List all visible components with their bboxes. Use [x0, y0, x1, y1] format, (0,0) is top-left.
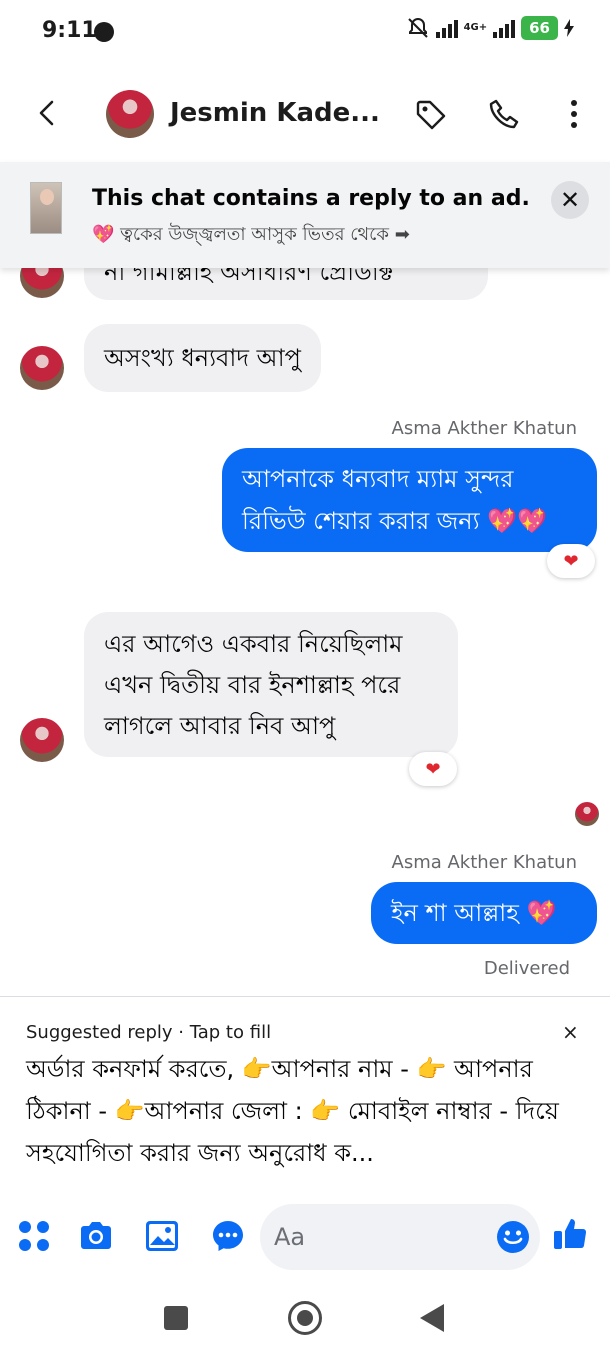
seen-avatar [575, 802, 599, 826]
contact-avatar[interactable] [106, 90, 154, 138]
sender-avatar[interactable] [20, 268, 64, 298]
message-line: লাগলে আবার নিব আপু [104, 712, 336, 740]
charging-icon [564, 19, 574, 37]
sender-avatar[interactable] [20, 718, 64, 762]
contact-name[interactable]: Jesmin Kade... [170, 98, 380, 128]
sender-name: Asma Akther Khatun [391, 852, 578, 873]
recents-button[interactable] [164, 1306, 188, 1330]
ad-banner-subtitle: 💖 ত্বকের উজ্জ্বলতা আসুক ভিতর থেকে ➡ [92, 224, 410, 245]
battery-level: 66 [521, 16, 558, 40]
network-type: 4G+ [463, 22, 488, 33]
message-list[interactable]: না গামাল্লাহ অসাধারণ প্রোডাক্ট অসংখ্য ধন… [0, 268, 610, 994]
ad-reply-banner[interactable]: This chat contains a reply to an ad. 💖 ত… [0, 162, 610, 268]
sender-name: Asma Akther Khatun [391, 418, 578, 439]
notification-dot-icon [94, 22, 114, 42]
emoji-icon[interactable] [496, 1220, 530, 1254]
message-text: না গামাল্লাহ অসাধারণ প্রোডাক্ট [104, 268, 394, 286]
incoming-message[interactable]: এর আগেও একবার নিয়েছিলাম এখন দ্বিতীয় বা… [84, 612, 458, 757]
status-time: 9:11 [42, 18, 97, 43]
camera-icon[interactable] [78, 1218, 114, 1254]
message-line: এর আগেও একবার নিয়েছিলাম [104, 630, 403, 658]
thumbs-up-icon[interactable] [552, 1216, 588, 1252]
ad-banner-title: This chat contains a reply to an ad. [92, 186, 530, 211]
signal-icon-2 [493, 18, 516, 38]
heart-reaction-icon[interactable]: ❤ [547, 544, 595, 578]
chat-header: Jesmin Kade... [0, 76, 610, 152]
system-nav-bar [0, 1290, 610, 1346]
mute-bell-icon [407, 17, 428, 38]
suggested-reply-text[interactable]: অর্ডার কনফার্ম করতে, 👉আপনার নাম - 👉 আপনা… [26, 1048, 586, 1174]
message-text: অসংখ্য ধন্যবাদ আপু [104, 344, 301, 372]
gallery-icon[interactable] [144, 1218, 180, 1254]
suggested-reply-header: Suggested reply · Tap to fill [26, 1022, 272, 1043]
outgoing-message[interactable]: আপনাকে ধন্যবাদ ম্যাম সুন্দর রিভিউ শেয়ার… [222, 448, 597, 552]
home-button[interactable] [288, 1301, 322, 1335]
status-indicators: 4G+ 66 [406, 16, 574, 40]
outgoing-message[interactable]: ইন শা আল্লাহ 💖 [371, 882, 597, 944]
message-text: ইন শা আল্লাহ 💖 [391, 899, 557, 927]
divider [0, 996, 610, 997]
incoming-message[interactable]: অসংখ্য ধন্যবাদ আপু [84, 324, 321, 392]
signal-icon [435, 18, 458, 38]
message-input[interactable] [274, 1218, 474, 1256]
ad-banner-close-button[interactable]: ✕ [551, 181, 589, 219]
sender-avatar[interactable] [20, 346, 64, 390]
status-bar: 9:11 4G+ 66 [0, 0, 610, 64]
chat-bubble-icon[interactable] [210, 1218, 246, 1254]
apps-icon[interactable] [16, 1218, 52, 1254]
ad-thumbnail [30, 182, 62, 234]
message-line: রিভিউ শেয়ার করার জন্য 💖💖 [242, 507, 547, 535]
message-composer [0, 1204, 610, 1270]
phone-icon[interactable] [488, 98, 520, 130]
incoming-message[interactable]: না গামাল্লাহ অসাধারণ প্রোডাক্ট [84, 268, 488, 300]
more-vert-icon[interactable] [564, 98, 584, 130]
tag-icon[interactable] [414, 98, 448, 132]
heart-reaction-icon[interactable]: ❤ [409, 752, 457, 786]
delivery-status: Delivered [483, 958, 570, 979]
suggested-reply-close-button[interactable]: × [562, 1020, 579, 1044]
message-line: আপনাকে ধন্যবাদ ম্যাম সুন্দর [242, 465, 514, 493]
nav-back-button[interactable] [420, 1304, 444, 1332]
message-line: এখন দ্বিতীয় বার ইনশাল্লাহ পরে [104, 671, 401, 699]
back-arrow-icon[interactable] [32, 98, 62, 128]
message-input-field[interactable] [260, 1204, 540, 1270]
